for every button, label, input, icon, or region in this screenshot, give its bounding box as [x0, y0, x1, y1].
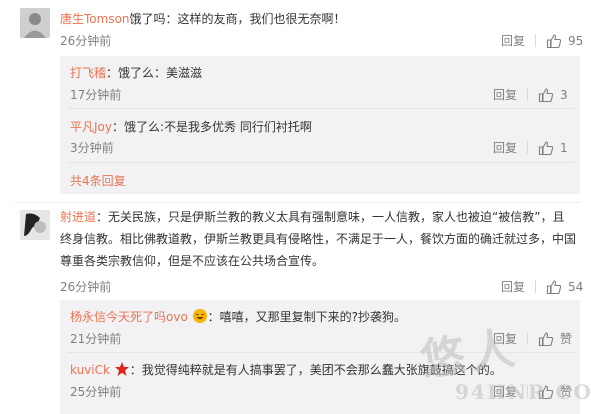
watermark-url: 94HNR.COM — [455, 380, 591, 404]
reply-username[interactable]: 打飞稽 — [70, 66, 106, 80]
reply-button[interactable]: 回复 — [493, 86, 517, 103]
divider — [535, 34, 537, 47]
reply-time: 21分钟前 — [70, 332, 122, 346]
thumbs-up-icon — [538, 331, 554, 346]
user-avatar-image — [20, 8, 50, 38]
like-button[interactable]: 赞 — [538, 330, 572, 347]
comment-body: 唐生Tomson饿了吗：这样的友商，我们也很无奈啊！ — [60, 8, 346, 30]
reply-time: 25分钟前 — [70, 385, 122, 399]
comment-text: 饿了吗：这样的友商，我们也很无奈啊！ — [129, 12, 346, 26]
more-replies-link[interactable]: 共4条回复 — [70, 172, 126, 189]
divider — [527, 88, 529, 101]
reply-actions: 回复 1 — [493, 139, 568, 156]
laughing-face-icon — [192, 309, 207, 323]
divider — [68, 108, 574, 109]
thumbs-up-icon — [546, 33, 562, 48]
reply-actions: 回复 3 — [493, 86, 568, 103]
comment-actions: 回复 54 — [501, 278, 583, 295]
divider — [68, 162, 574, 163]
reply-text: 饿了么:不是我多优秀 同行们衬托啊 — [124, 120, 312, 134]
divider — [15, 202, 581, 203]
comment-text-line: 尊重各类宗教信仰，但是不应该在公共场合宣传。 — [60, 254, 325, 268]
divider — [535, 280, 537, 293]
comment-time: 26分钟前 — [60, 280, 112, 294]
divider — [527, 332, 529, 345]
like-count: 95 — [568, 33, 584, 48]
reply-text: ：嘻嘻，又那里复制下来的?抄袭狗。 — [207, 310, 406, 324]
comment-username[interactable]: 唐生Tomson — [60, 12, 130, 26]
reply-button[interactable]: 回复 — [501, 278, 525, 295]
like-button[interactable]: 54 — [546, 279, 583, 295]
reply-time: 3分钟前 — [70, 141, 114, 155]
user-avatar-image — [20, 210, 50, 240]
reply-username[interactable]: kuviCk — [70, 363, 110, 377]
like-count: 54 — [568, 279, 584, 294]
like-button[interactable]: 95 — [546, 33, 583, 49]
reply-item: 打飞稽：饿了么：美滋滋 — [70, 66, 203, 80]
comment-actions: 回复 95 — [501, 32, 583, 49]
comment-username[interactable]: 射进道 — [60, 210, 96, 224]
comment-text-line: 终身信教。相比佛教道教，伊斯兰教更具有侵略性，不满足于一人，餐饮方面的确迁就过多… — [60, 232, 577, 246]
comment-body: 射进道：无关民族，只是伊斯兰教的教义太具有强制意味，一人信教，家人也被迫“被信教… — [60, 206, 585, 272]
reply-button[interactable]: 回复 — [501, 32, 525, 49]
like-button[interactable]: 1 — [538, 140, 568, 156]
comment-text-line: ：无关民族，只是伊斯兰教的教义太具有强制意味，一人信教，家人也被迫“被信教”，且 — [96, 210, 565, 224]
like-count: 1 — [560, 140, 568, 155]
like-count: 3 — [560, 87, 568, 102]
red-star-icon — [114, 362, 129, 376]
like-button[interactable]: 3 — [538, 87, 568, 103]
comment-time: 26分钟前 — [60, 34, 112, 48]
reply-username[interactable]: 杨永信今天死了吗ovo — [70, 310, 188, 324]
reply-item: 杨永信今天死了吗ovo ：嘻嘻，又那里复制下来的?抄袭狗。 — [70, 306, 406, 328]
reply-username[interactable]: 平凡Joy — [70, 120, 112, 134]
avatar[interactable] — [20, 210, 50, 240]
thumbs-up-icon — [546, 279, 562, 294]
avatar[interactable] — [20, 8, 50, 38]
divider — [527, 141, 529, 154]
thumbs-up-icon — [538, 140, 554, 155]
reply-time: 17分钟前 — [70, 88, 122, 102]
like-label: 赞 — [560, 332, 573, 346]
reply-text: 饿了么：美滋滋 — [118, 66, 203, 80]
reply-item: 平凡Joy：饿了么:不是我多优秀 同行们衬托啊 — [70, 120, 312, 134]
reply-button[interactable]: 回复 — [493, 139, 517, 156]
thumbs-up-icon — [538, 87, 554, 102]
